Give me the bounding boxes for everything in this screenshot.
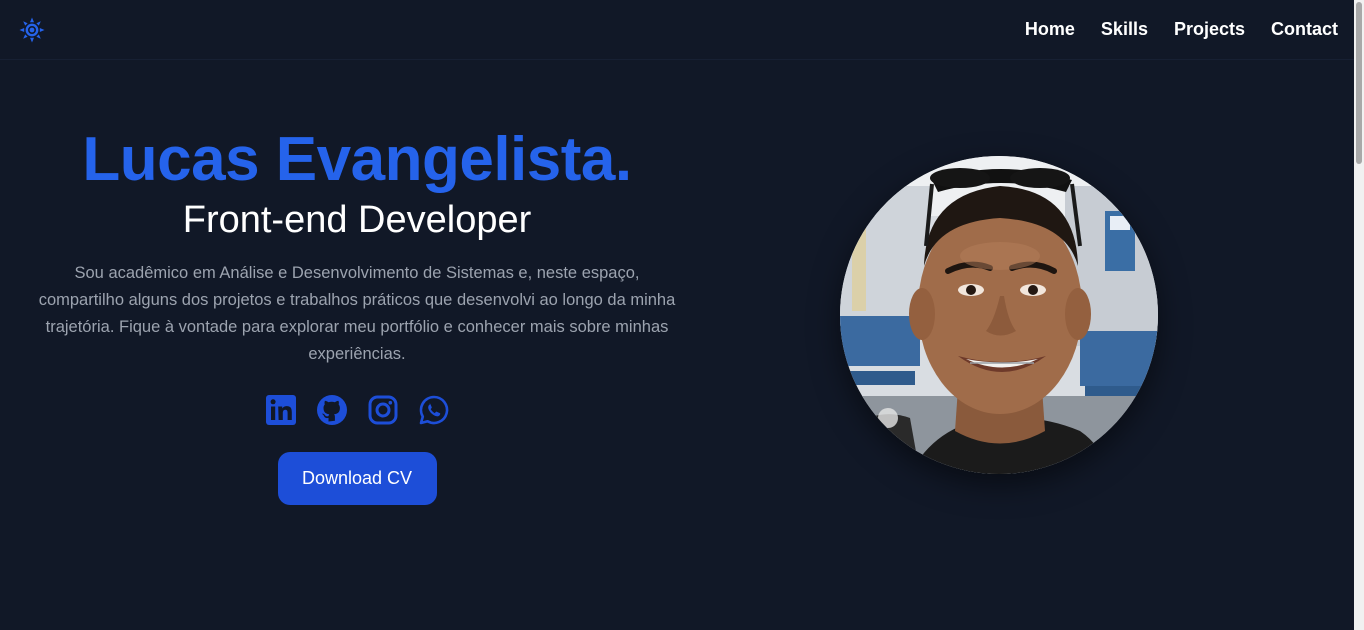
- nav-links: Home Skills Projects Contact: [1025, 19, 1338, 40]
- download-cv-button[interactable]: Download CV: [277, 452, 437, 505]
- whatsapp-icon[interactable]: [418, 394, 450, 426]
- hero-description: Sou acadêmico em Análise e Desenvolvimen…: [38, 264, 676, 363]
- scrollbar-thumb[interactable]: [1356, 2, 1362, 164]
- hero-section: Lucas Evangelista. Front-end Developer S…: [30, 120, 684, 505]
- linkedin-icon[interactable]: [265, 394, 297, 426]
- hero-name: Lucas Evangelista.: [82, 125, 632, 194]
- navbar: Home Skills Projects Contact: [0, 0, 1354, 60]
- avatar: [840, 156, 1158, 474]
- github-icon[interactable]: [316, 394, 348, 426]
- social-links: [30, 394, 684, 426]
- nav-home-link[interactable]: Home: [1025, 19, 1075, 40]
- nav-projects-link[interactable]: Projects: [1174, 19, 1245, 40]
- scrollbar[interactable]: [1354, 0, 1364, 630]
- nav-contact-link[interactable]: Contact: [1271, 19, 1338, 40]
- sun-icon[interactable]: [18, 16, 46, 44]
- hero-role: Front-end Developer: [182, 199, 532, 241]
- nav-skills-link[interactable]: Skills: [1101, 19, 1148, 40]
- instagram-icon[interactable]: [367, 394, 399, 426]
